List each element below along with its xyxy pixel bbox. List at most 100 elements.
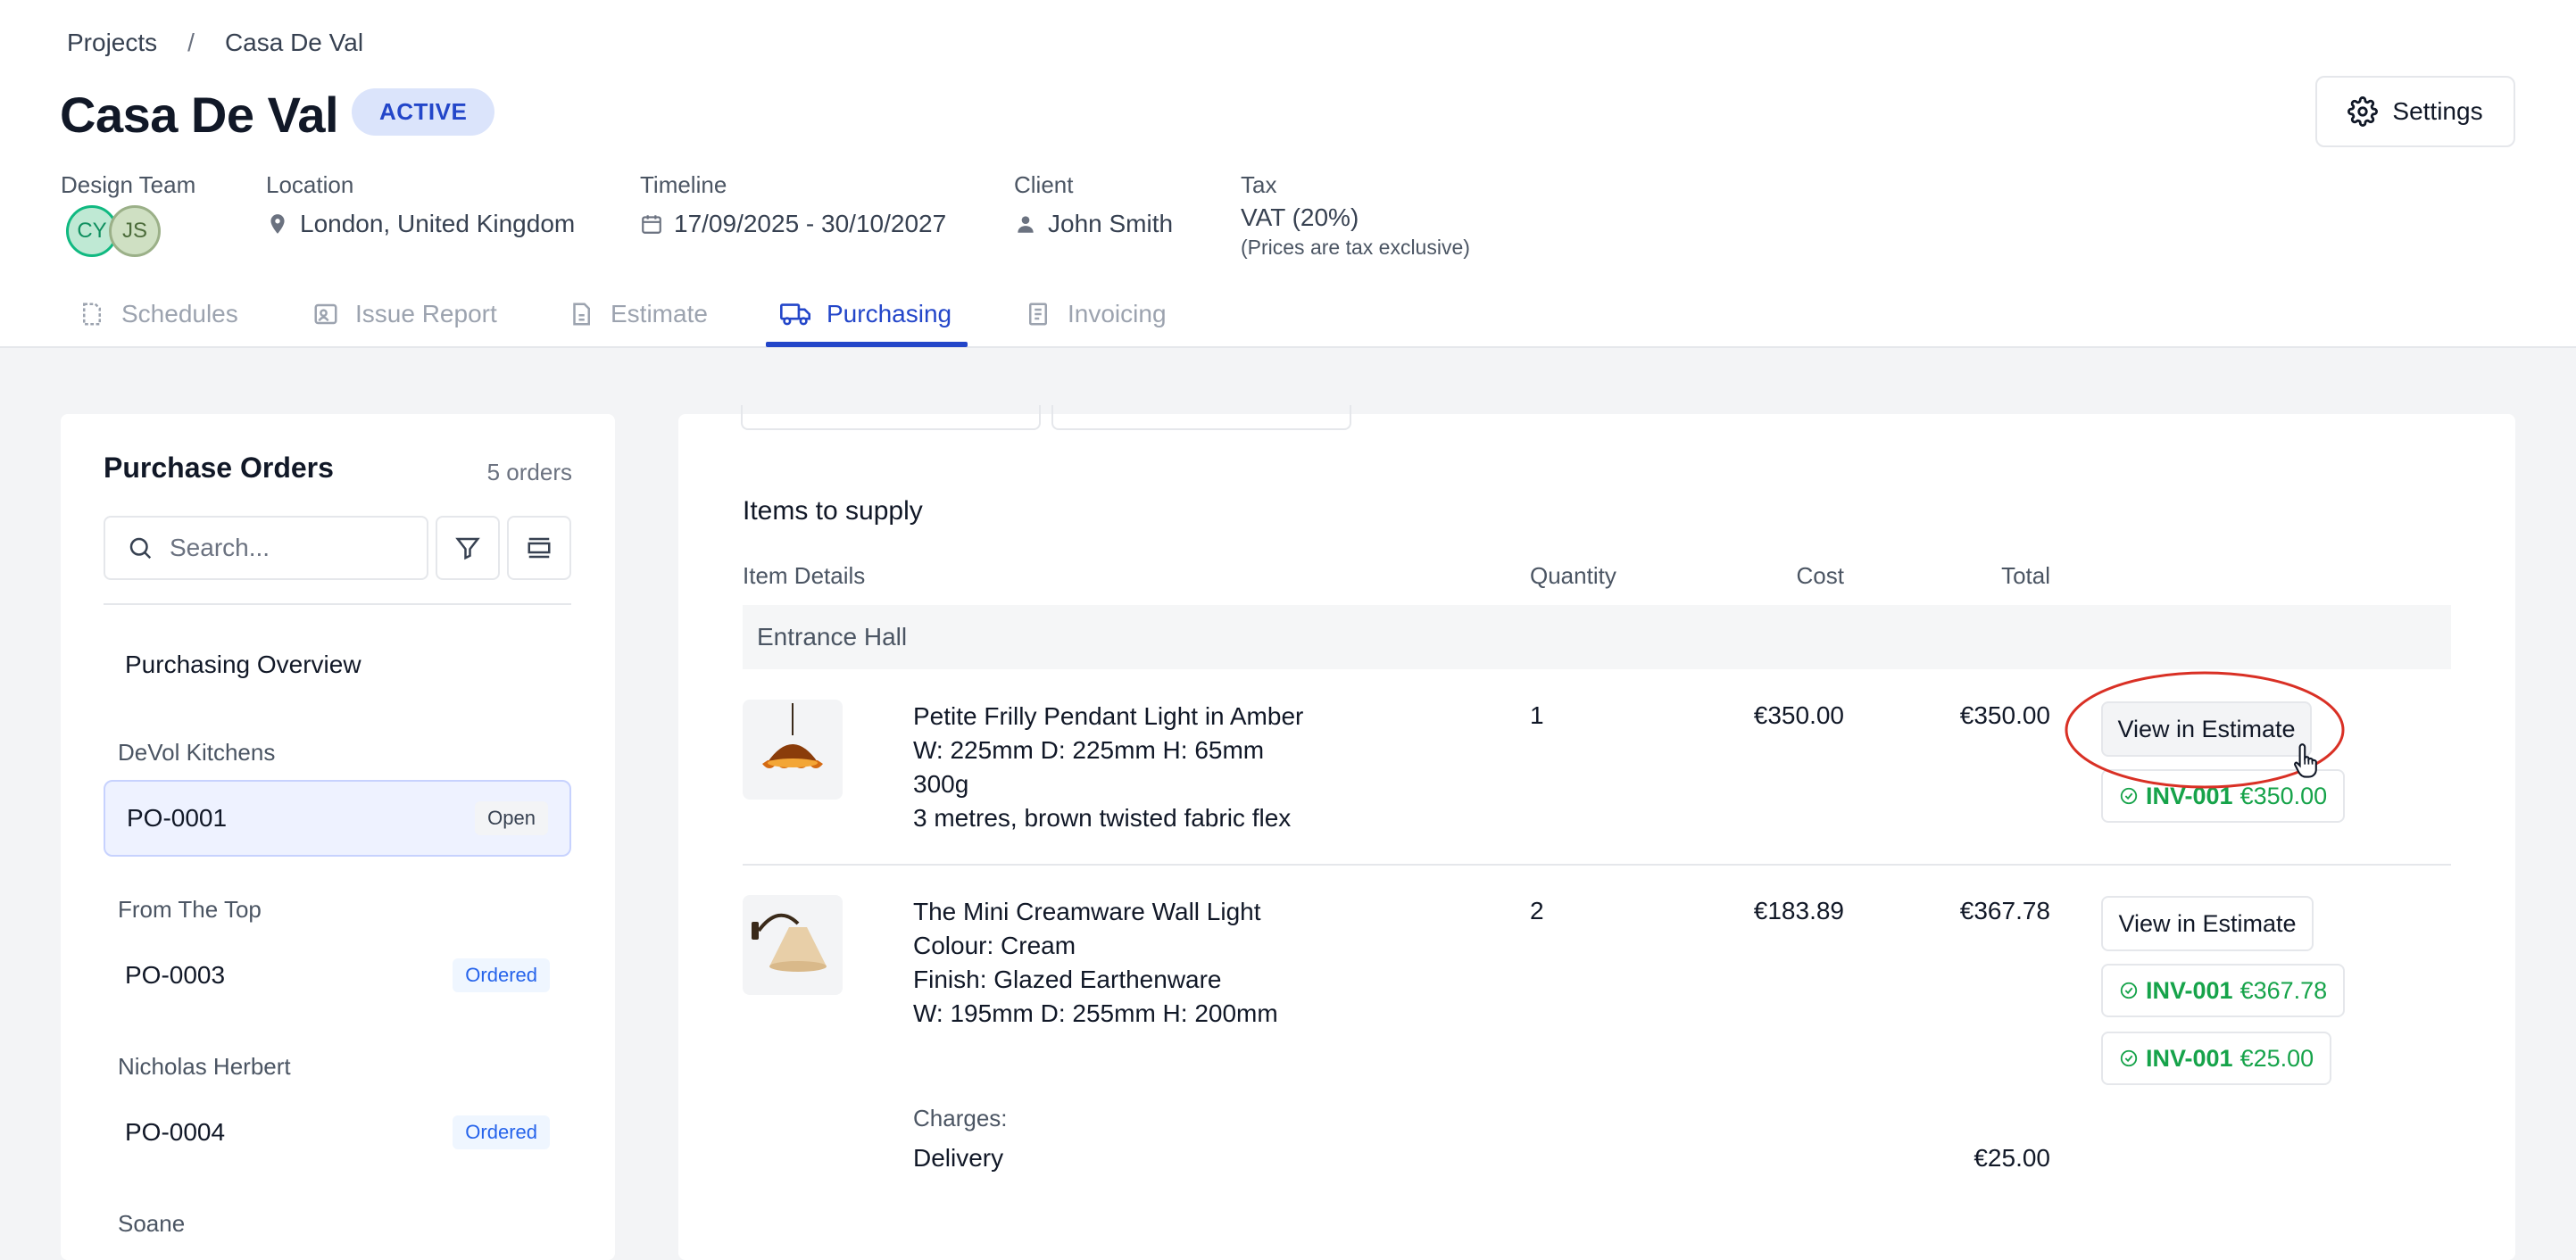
scrolled-button[interactable] (741, 405, 1041, 430)
report-icon (314, 303, 337, 325)
check-circle-icon (2120, 1049, 2138, 1067)
charges-label: Charges: (913, 1105, 1008, 1132)
tab-schedules[interactable]: Schedules (79, 300, 238, 328)
search-box[interactable]: Search... (104, 516, 428, 580)
view-in-estimate-button[interactable]: View in Estimate (2101, 896, 2314, 951)
item-name: Petite Frilly Pendant Light in Amber (913, 702, 1304, 730)
po-item-0003[interactable]: PO-0003 Ordered (104, 937, 571, 1014)
column-header-total: Total (2001, 562, 2050, 589)
tab-purchasing[interactable]: Purchasing (780, 300, 951, 328)
status-badge: Open (475, 801, 548, 835)
file-icon (573, 303, 590, 326)
client-label: Client (1014, 171, 1074, 198)
rows-icon (528, 537, 551, 559)
design-team-avatars: CY JS (66, 205, 161, 257)
product-thumbnail (743, 700, 843, 800)
item-cost: €350.00 (1753, 701, 1844, 729)
item-spec: W: 195mm D: 255mm H: 200mm (913, 999, 1278, 1027)
page-title: Casa De Val (60, 87, 339, 143)
calendar-icon (642, 215, 661, 234)
tab-bar: Schedules Issue Report Estimate Purchasi… (0, 284, 2576, 348)
item-description: The Mini Creamware Wall Light Colour: Cr… (913, 895, 1278, 1031)
settings-label: Settings (2392, 97, 2483, 125)
status-badge: Ordered (453, 1115, 550, 1149)
button-label: View in Estimate (2118, 909, 2297, 937)
user-icon (1018, 216, 1034, 233)
client-value: John Smith (1014, 210, 1173, 238)
tax-note: (Prices are tax exclusive) (1241, 236, 1470, 259)
items-heading: Items to supply (743, 496, 923, 526)
item-spec: Finish: Glazed Earthenware (913, 966, 1222, 993)
map-pin-icon (270, 214, 285, 234)
po-item-0001[interactable]: PO-0001 Open (104, 780, 571, 857)
section-label: Entrance Hall (757, 623, 908, 651)
column-header-details: Item Details (743, 562, 866, 589)
item-spec: W: 225mm D: 225mm H: 65mm (913, 736, 1265, 764)
item-quantity: 1 (1530, 701, 1544, 729)
timeline-text: 17/09/2025 - 30/10/2027 (674, 210, 947, 237)
invoice-chip[interactable]: INV-001 €25.00 (2101, 1032, 2332, 1085)
overview-label: Purchasing Overview (125, 651, 361, 678)
invoice-amount: €367.78 (2239, 976, 2328, 1004)
divider (104, 603, 571, 605)
invoice-icon (1029, 303, 1047, 326)
tab-label: Issue Report (355, 300, 497, 327)
document-icon (83, 303, 101, 326)
order-count: 5 orders (486, 459, 572, 485)
avatar[interactable]: JS (109, 205, 161, 257)
settings-button[interactable]: Settings (2315, 76, 2515, 147)
item-quantity: 2 (1530, 897, 1544, 924)
supplier-label: Nicholas Herbert (118, 1053, 291, 1080)
invoice-id: INV-001 (2146, 976, 2233, 1004)
truck-icon (780, 303, 810, 326)
layout-button[interactable] (507, 516, 571, 580)
item-description: Petite Frilly Pendant Light in Amber W: … (913, 700, 1303, 835)
breadcrumb-current: Casa De Val (224, 29, 364, 56)
tax-label: Tax (1241, 171, 1277, 198)
tab-label: Purchasing (827, 300, 952, 327)
invoice-amount: €25.00 (2239, 1044, 2314, 1072)
po-number: PO-0004 (125, 1118, 226, 1146)
item-spec: 3 metres, brown twisted fabric flex (913, 804, 1292, 832)
column-header-quantity: Quantity (1530, 562, 1616, 589)
design-team-label: Design Team (61, 171, 196, 198)
location-value: London, United Kingdom (266, 210, 575, 238)
filter-button[interactable] (436, 516, 500, 580)
timeline-label: Timeline (640, 171, 727, 198)
po-item-0004[interactable]: PO-0004 Ordered (104, 1094, 571, 1171)
item-total: €350.00 (1959, 701, 2050, 729)
timeline-value: 17/09/2025 - 30/10/2027 (640, 210, 946, 238)
row-divider (743, 864, 2451, 866)
tab-issue-report[interactable]: Issue Report (312, 300, 497, 328)
breadcrumb-projects-link[interactable]: Projects (67, 29, 157, 57)
location-label: Location (266, 171, 354, 198)
tax-value: VAT (20%) (1241, 203, 1359, 231)
item-cost: €183.89 (1753, 897, 1844, 924)
tab-label: Schedules (121, 300, 238, 327)
column-header-cost: Cost (1796, 562, 1844, 589)
supplier-label: DeVol Kitchens (118, 739, 276, 766)
breadcrumb: Projects / Casa De Val (67, 29, 363, 57)
tab-invoicing[interactable]: Invoicing (1025, 300, 1167, 328)
charge-name: Delivery (913, 1144, 1004, 1172)
breadcrumb-separator: / (187, 29, 195, 56)
supplier-label: From The Top (118, 896, 262, 923)
search-icon (129, 537, 152, 560)
purchase-order-detail (678, 405, 2515, 1260)
status-badge: ACTIVE (352, 88, 495, 136)
gear-icon (2347, 96, 2379, 127)
client-text: John Smith (1048, 210, 1174, 237)
invoice-id: INV-001 (2146, 1044, 2233, 1072)
tab-estimate[interactable]: Estimate (568, 300, 708, 328)
item-spec: Colour: Cream (913, 932, 1076, 959)
active-tab-indicator (766, 342, 968, 347)
filter-icon (455, 537, 480, 560)
item-name: The Mini Creamware Wall Light (913, 898, 1261, 925)
location-text: London, United Kingdom (300, 210, 576, 237)
search-input[interactable]: Search... (170, 534, 270, 562)
item-total: €367.78 (1959, 897, 2050, 924)
invoice-chip[interactable]: INV-001 €367.78 (2101, 964, 2346, 1017)
scrolled-button[interactable] (1051, 405, 1351, 430)
purchasing-overview-link[interactable]: Purchasing Overview (104, 626, 571, 703)
supplier-label: Soane (118, 1210, 186, 1237)
